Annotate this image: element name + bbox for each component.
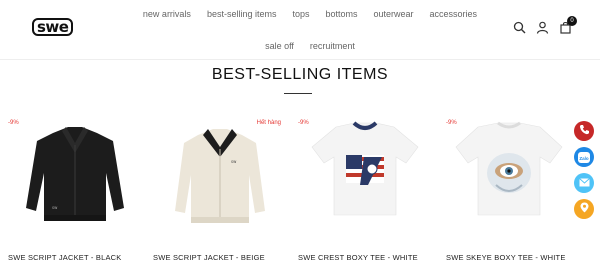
- title-divider: [284, 93, 312, 94]
- zalo-icon: Zalo: [577, 151, 591, 163]
- nav-outerwear[interactable]: outerwear: [366, 8, 422, 20]
- main-nav: new arrivals best-selling items tops bot…: [130, 8, 490, 72]
- svg-text:sw: sw: [52, 205, 58, 210]
- discount-badge: -9%: [298, 120, 309, 126]
- svg-text:sw: sw: [231, 159, 237, 164]
- section-title: BEST-SELLING ITEMS: [211, 66, 389, 83]
- phone-button[interactable]: [574, 121, 594, 141]
- nav-best-selling[interactable]: best-selling items: [199, 8, 285, 20]
- product-image[interactable]: [446, 113, 580, 235]
- sold-out-badge: Hết hàng: [256, 120, 281, 126]
- discount-badge: -9%: [8, 120, 19, 126]
- zalo-label: Zalo: [579, 155, 589, 161]
- location-button[interactable]: [574, 199, 594, 219]
- nav-sale-off[interactable]: sale off: [257, 40, 302, 52]
- product-image[interactable]: [298, 113, 432, 235]
- mail-icon: [578, 174, 590, 192]
- mail-button[interactable]: [574, 173, 594, 193]
- zalo-button[interactable]: Zalo: [574, 147, 594, 167]
- user-icon[interactable]: [536, 21, 549, 34]
- bag-icon[interactable]: 0: [559, 16, 577, 34]
- cart-count-badge: 0: [567, 16, 577, 26]
- nav-tops[interactable]: tops: [284, 8, 317, 20]
- nav-accessories[interactable]: accessories: [422, 8, 486, 20]
- product-image[interactable]: sw: [153, 113, 287, 235]
- site-header: swe new arrivals best-selling items tops…: [0, 0, 600, 60]
- product-card[interactable]: -9% SWE CREST BOXY TEE - WHITE: [298, 113, 432, 264]
- product-card[interactable]: sw -9% SWE SCRIPT JACKET - BLACK: [8, 113, 142, 264]
- phone-icon: [579, 122, 590, 140]
- product-name[interactable]: SWE SCRIPT JACKET - BLACK: [8, 253, 122, 262]
- header-actions: 0: [513, 16, 577, 34]
- product-card[interactable]: sw Hết hàng SWE SCRIPT JACKET - BEIGE: [153, 113, 287, 264]
- nav-new-arrivals[interactable]: new arrivals: [135, 8, 199, 20]
- logo-wordmark: swe: [32, 18, 74, 36]
- location-icon: [580, 200, 589, 218]
- product-card[interactable]: -9% SWE SKEYE BOXY TEE - WHITE: [446, 113, 580, 264]
- nav-bottoms[interactable]: bottoms: [317, 8, 365, 20]
- search-icon[interactable]: [513, 21, 526, 34]
- product-name[interactable]: SWE SCRIPT JACKET - BEIGE: [153, 253, 265, 262]
- brand-logo[interactable]: swe: [32, 18, 74, 36]
- product-image[interactable]: sw: [8, 113, 142, 235]
- nav-recruitment[interactable]: recruitment: [302, 40, 363, 52]
- discount-badge: -9%: [446, 120, 457, 126]
- product-name[interactable]: SWE CREST BOXY TEE - WHITE: [298, 253, 418, 262]
- product-name[interactable]: SWE SKEYE BOXY TEE - WHITE: [446, 253, 566, 262]
